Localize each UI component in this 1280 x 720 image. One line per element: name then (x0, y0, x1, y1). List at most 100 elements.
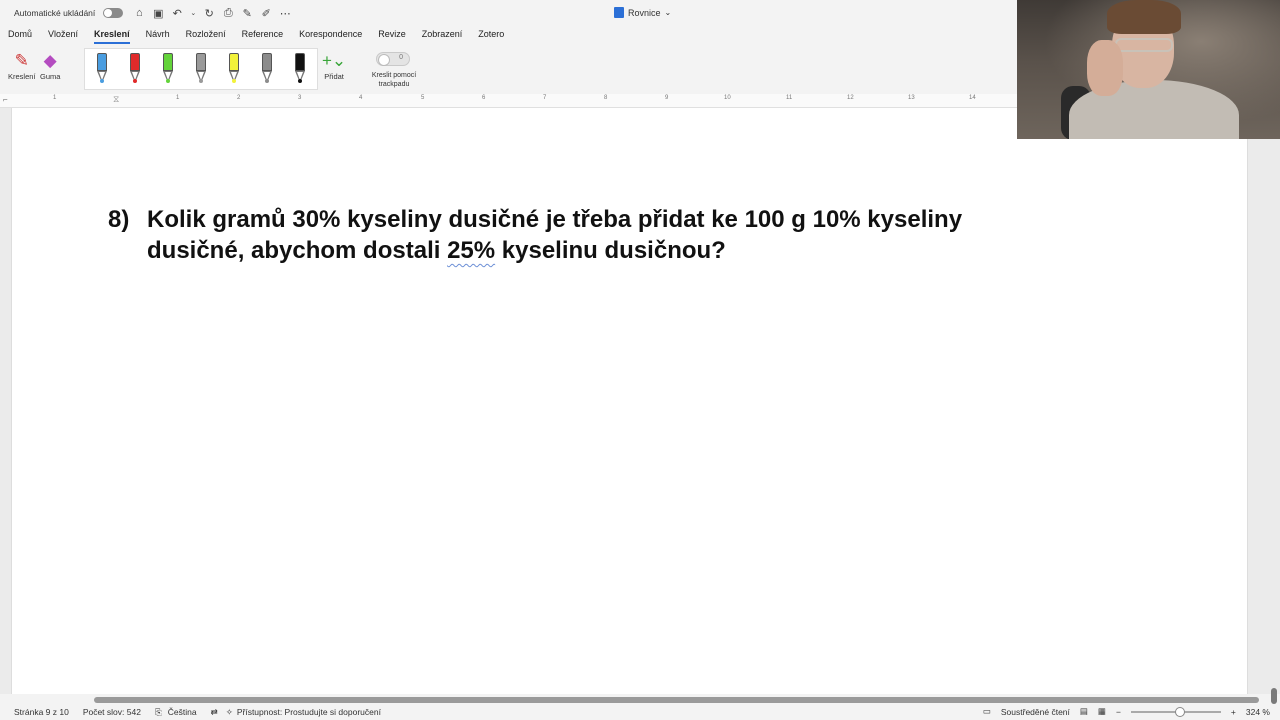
autosave-toggle[interactable] (103, 8, 124, 18)
tab-home[interactable]: Domů (0, 26, 40, 44)
drawing-pen-icon: ✎ (14, 51, 29, 70)
plus-icon: +⌄ (322, 51, 347, 70)
pen-body (262, 53, 273, 71)
pen-body (96, 53, 107, 71)
indent-marker-icon[interactable]: ⧖ (113, 94, 119, 105)
page-count[interactable]: Stránka 9 z 10 (14, 707, 69, 717)
focus-mode-button[interactable]: Soustředěné čtení (1001, 707, 1070, 717)
pen-body (295, 53, 306, 71)
add-pen-label: Přidat (324, 72, 344, 81)
ruler-number: 1 (53, 95, 57, 101)
pen-body (162, 53, 173, 71)
highlighter-yellow[interactable] (227, 53, 241, 87)
document-title-text: Rovnice (628, 7, 661, 18)
pen-black[interactable] (293, 53, 307, 87)
home-icon[interactable]: ⌂ (133, 7, 145, 19)
pen-red[interactable] (128, 53, 142, 87)
question-paragraph[interactable]: 8) Kolik gramů 30% kyseliny dusičné je t… (108, 204, 1048, 266)
form-icon[interactable]: ✐ (260, 7, 272, 20)
webcam-person-hand (1087, 40, 1123, 96)
trackpad-draw-toggle[interactable]: 0 (376, 52, 410, 66)
web-layout-icon[interactable]: ▦ (1098, 706, 1106, 717)
ruler-number: 10 (724, 95, 731, 101)
vertical-scrollbar-thumb[interactable] (1271, 688, 1277, 704)
document-area: 8) Kolik gramů 30% kyseliny dusičné je t… (0, 108, 1280, 704)
eraser-label: Guma (40, 72, 61, 81)
word-doc-icon (614, 7, 624, 18)
proofing-icon[interactable]: ⎘ (155, 707, 162, 718)
autosave-label: Automatické ukládání (14, 8, 96, 18)
more-icon[interactable]: ⋯ (279, 7, 291, 20)
chevron-down-icon: ⌄ (664, 8, 672, 17)
save-icon[interactable]: ▣ (152, 7, 164, 20)
ruler-number: 9 (665, 95, 669, 101)
print-icon[interactable]: ⎙ (222, 7, 234, 20)
ruler-number: 7 (543, 95, 547, 101)
pen-nib (132, 79, 137, 83)
ruler-number: 13 (908, 95, 915, 101)
pen-body (229, 53, 240, 71)
webcam-overlay (1017, 0, 1280, 139)
trackpad-draw-label: Kreslit pomocí trackpadu (371, 72, 417, 88)
webcam-person-hair (1107, 0, 1181, 34)
zoom-in-icon[interactable]: + (1231, 707, 1236, 717)
ruler-number: 1 (176, 95, 180, 101)
zoom-slider[interactable] (1130, 706, 1221, 717)
pen-body (129, 53, 140, 71)
print-layout-icon[interactable]: ▤ (1080, 706, 1088, 717)
status-bar: Stránka 9 z 10 Počet slov: 542 ⎘ Čeština… (0, 704, 1280, 720)
pen-nib (99, 79, 104, 83)
draw-tool-label: Kreslení (8, 72, 36, 81)
tab-draw[interactable]: Kreslení (86, 26, 138, 44)
eraser-button[interactable]: ◆ Guma (40, 50, 60, 81)
ruler-number: 3 (298, 95, 302, 101)
focus-icon[interactable]: ▭ (983, 706, 991, 717)
undo-icon[interactable]: ↶ (171, 7, 183, 20)
tab-layout[interactable]: Rozložení (178, 26, 234, 44)
pen-gray[interactable] (260, 53, 274, 87)
quick-access-toolbar: ⌂ ▣ ↶ ⌄ ↻ ⎙ ✎ ✐ ⋯ (133, 7, 291, 20)
pen-body (195, 53, 206, 71)
accessibility-icon[interactable]: ✧ (226, 707, 233, 718)
ruler-number: 2 (237, 95, 241, 101)
ruler-number: 5 (421, 95, 425, 101)
view-controls: ▭ Soustředěné čtení ▤ ▦ − + 324 % (983, 706, 1270, 717)
tab-references[interactable]: Reference (234, 26, 292, 44)
tab-view[interactable]: Zobrazení (414, 26, 471, 44)
webcam-person-glasses (1115, 38, 1173, 52)
pen-green[interactable] (161, 53, 175, 87)
redo-icon[interactable]: ↻ (203, 7, 215, 20)
question-text-underlined: 25% (447, 237, 496, 264)
document-title[interactable]: Rovnice ⌄ (614, 7, 671, 18)
tab-stop-icon[interactable]: ⌐ (3, 95, 8, 104)
pen-icon[interactable]: ✎ (241, 7, 253, 20)
trackpad-toggle-value: 0 (399, 54, 403, 61)
accessibility-status[interactable]: Přístupnost: Prostudujte si doporučení (237, 707, 381, 717)
pen-blue[interactable] (95, 53, 109, 87)
ruler-number: 14 (969, 95, 976, 101)
pen-gallery (84, 48, 318, 90)
question-text: Kolik gramů 30% kyseliny dusičné je třeb… (147, 204, 1048, 266)
add-pen-button[interactable]: +⌄ Přidat (322, 50, 346, 81)
tab-review[interactable]: Revize (370, 26, 414, 44)
word-count[interactable]: Počet slov: 542 (83, 707, 141, 717)
zoom-out-icon[interactable]: − (1116, 707, 1121, 717)
tab-zotero[interactable]: Zotero (470, 26, 512, 44)
tab-design[interactable]: Návrh (138, 26, 178, 44)
document-page[interactable]: 8) Kolik gramů 30% kyseliny dusičné je t… (11, 108, 1248, 694)
ruler-number: 8 (604, 95, 608, 101)
zoom-level[interactable]: 324 % (1246, 707, 1270, 717)
ruler-number: 6 (482, 95, 486, 101)
language[interactable]: Čeština (168, 707, 197, 717)
question-text-part2: kyselinu dusičnou? (495, 237, 726, 264)
chevron-down-icon[interactable]: ⌄ (190, 9, 196, 17)
track-changes-icon[interactable]: ⇄ (211, 707, 218, 718)
ruler-number: 12 (847, 95, 854, 101)
tab-mailings[interactable]: Korespondence (291, 26, 370, 44)
draw-tool-button[interactable]: ✎ Kreslení (8, 50, 36, 81)
horizontal-scrollbar-thumb[interactable] (94, 697, 1259, 703)
word-window: Automatické ukládání ⌂ ▣ ↶ ⌄ ↻ ⎙ ✎ ✐ ⋯ R… (0, 0, 1280, 720)
pencil-gray[interactable] (194, 53, 208, 87)
tab-insert[interactable]: Vložení (40, 26, 86, 44)
ruler-number: 4 (359, 95, 363, 101)
